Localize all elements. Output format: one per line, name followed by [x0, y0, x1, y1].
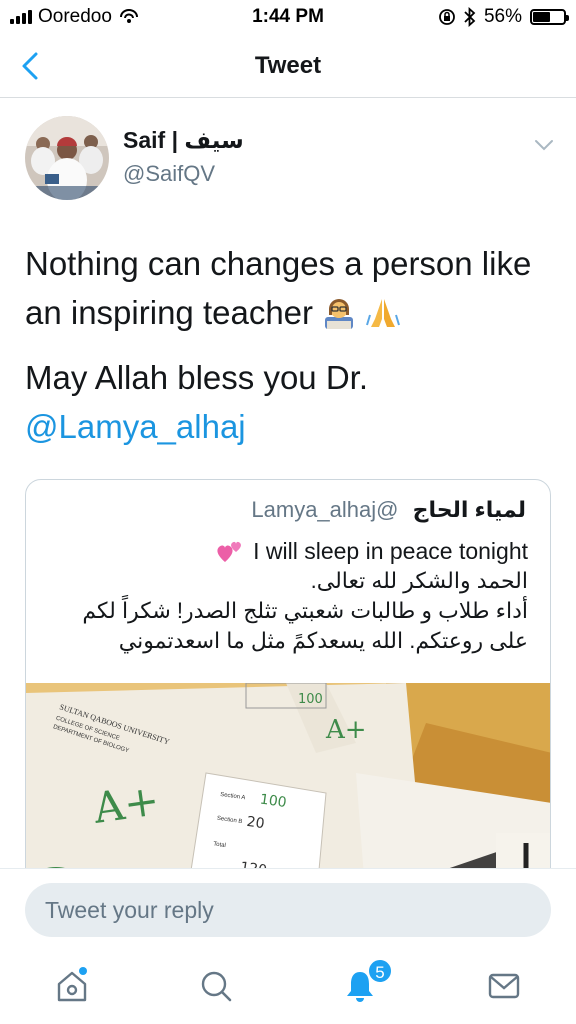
tab-messages[interactable] [484, 966, 524, 1006]
page-title: Tweet [254, 52, 322, 79]
search-icon [201, 971, 232, 1002]
quoted-tweet-header: لمياء الحاج @Lamya_alhaj [251, 497, 526, 523]
battery-icon [530, 9, 569, 25]
quoted-tweet-photo[interactable]: SULTAN QABOOS UNIVERSITY COLLEGE OF SCIE… [26, 683, 551, 869]
tab-bar [0, 948, 576, 1024]
quoted-tweet-text: I will sleep in peace tonight الحمد والش… [48, 536, 528, 656]
tweet-mention-link[interactable]: @Lamya_alhaj [25, 402, 555, 451]
tweet-line-1: Nothing can changes a person like [25, 245, 532, 282]
teacher-emoji [325, 298, 354, 329]
author-avatar[interactable] [25, 116, 109, 200]
nav-bar: Tweet [0, 34, 576, 98]
folded-hands-emoji [366, 298, 400, 327]
tweet-line-2: an inspiring teacher [25, 288, 555, 337]
status-bar: Ooredoo 1:44 PM 56% [0, 0, 576, 34]
author-handle[interactable]: @SaifQV [123, 161, 215, 187]
photo-grade-a-plus: A+ [90, 775, 163, 833]
home-icon [57, 967, 87, 1002]
photo-score-100-top: 100 [298, 692, 323, 707]
chevron-down-icon [535, 140, 553, 151]
photo-grade-a-plus-2: A+ [325, 715, 367, 745]
photo-score-20: 20 [246, 814, 266, 832]
reply-bar [0, 868, 576, 948]
tab-home[interactable] [52, 966, 92, 1006]
tweet-line-3: May Allah bless you Dr. [25, 359, 368, 396]
quoted-line-ar-2: أداء طلاب و طالبات شعبتي تثلج الصدر! شكر… [82, 598, 528, 623]
tweet-text: Nothing can changes a person like an ins… [25, 239, 555, 451]
two-hearts-emoji [217, 541, 242, 562]
tweet-line-2-text: an inspiring teacher [25, 294, 314, 331]
more-options-button[interactable] [533, 137, 555, 153]
messages-icon [488, 973, 520, 999]
avatar-image [25, 116, 109, 200]
tab-search[interactable] [196, 966, 236, 1006]
quoted-line-ar-1: الحمد والشكر لله تعالى. [310, 568, 528, 593]
battery-percent: 56% [483, 6, 522, 27]
quoted-author-name: لمياء الحاج [412, 497, 526, 522]
reply-input[interactable] [25, 883, 551, 937]
status-right: 56% [438, 6, 569, 28]
quoted-tweet[interactable]: لمياء الحاج @Lamya_alhaj I will sleep in… [25, 479, 551, 869]
quoted-line-en: I will sleep in peace tonight [48, 536, 528, 566]
bluetooth-icon [464, 7, 476, 27]
tweet-detail: Saif | سيف @SaifQV Nothing can changes a… [0, 99, 576, 869]
battery-fill [533, 12, 550, 22]
quoted-line-ar-3: على روعتكم. الله يسعدكمً مثل ما اسعدتمون… [118, 628, 528, 653]
author-name[interactable]: Saif | سيف [123, 127, 244, 154]
quoted-author-handle: @Lamya_alhaj [251, 497, 399, 522]
quoted-line-en-text: I will sleep in peace tonight [253, 538, 528, 564]
notifications-badge: 5 [367, 958, 393, 984]
rotation-lock-icon [439, 9, 455, 25]
